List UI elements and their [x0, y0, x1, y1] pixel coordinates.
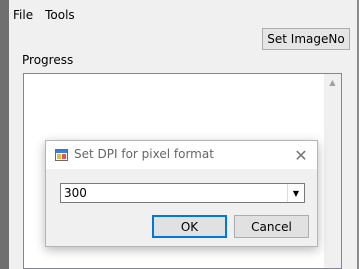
menu-bar: File Tools	[9, 4, 83, 26]
menu-file[interactable]: File	[9, 8, 37, 22]
cancel-button[interactable]: Cancel	[234, 215, 309, 238]
menu-tools[interactable]: Tools	[41, 8, 79, 22]
dialog-title: Set DPI for pixel format	[74, 147, 214, 161]
dpi-combobox[interactable]: 300 ▼	[60, 183, 305, 203]
window-frame-left	[0, 0, 9, 269]
close-icon[interactable]: ✕	[291, 145, 311, 165]
set-imageno-button[interactable]: Set ImageNo	[262, 28, 350, 50]
scroll-up-arrow-icon[interactable]: ▲	[324, 74, 341, 91]
dialog-titlebar[interactable]: Set DPI for pixel format ✕	[46, 141, 317, 169]
set-dpi-dialog: Set DPI for pixel format ✕ 300 ▼ OK Canc…	[45, 140, 318, 247]
progress-label: Progress	[22, 53, 74, 67]
app-window-icon	[55, 149, 68, 161]
vertical-scrollbar[interactable]: ▲	[324, 74, 341, 268]
chevron-down-icon[interactable]: ▼	[287, 184, 304, 202]
dpi-value: 300	[64, 186, 87, 200]
ok-button[interactable]: OK	[152, 215, 227, 238]
